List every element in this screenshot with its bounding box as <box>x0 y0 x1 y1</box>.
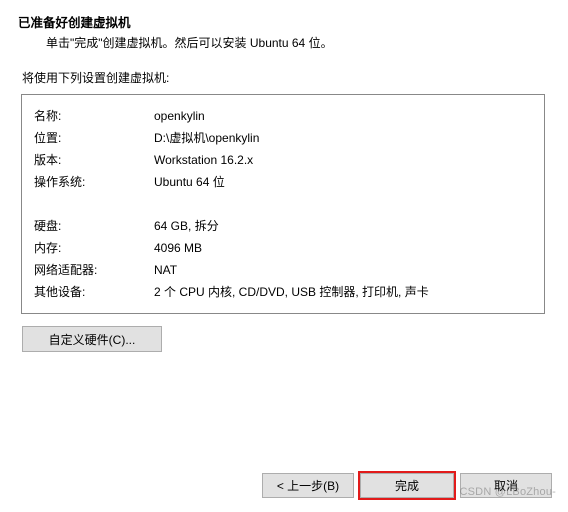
location-label: 位置: <box>34 127 154 149</box>
other-value: 2 个 CPU 内核, CD/DVD, USB 控制器, 打印机, 声卡 <box>154 281 532 303</box>
cancel-button[interactable]: 取消 <box>460 473 552 498</box>
memory-value: 4096 MB <box>154 237 532 259</box>
os-label: 操作系统: <box>34 171 154 193</box>
summary-row-disk: 硬盘: 64 GB, 拆分 <box>34 215 532 237</box>
finish-button[interactable]: 完成 <box>360 473 454 498</box>
summary-row-version: 版本: Workstation 16.2.x <box>34 149 532 171</box>
settings-intro: 将使用下列设置创建虚拟机: <box>20 69 548 86</box>
wizard-header: 已准备好创建虚拟机 单击"完成"创建虚拟机。然后可以安装 Ubuntu 64 位… <box>0 0 568 61</box>
location-value: D:\虚拟机\openkylin <box>154 127 532 149</box>
name-value: openkylin <box>154 105 532 127</box>
other-label: 其他设备: <box>34 281 154 303</box>
page-subtitle: 单击"完成"创建虚拟机。然后可以安装 Ubuntu 64 位。 <box>18 34 550 51</box>
summary-row-location: 位置: D:\虚拟机\openkylin <box>34 127 532 149</box>
wizard-content: 将使用下列设置创建虚拟机: 名称: openkylin 位置: D:\虚拟机\o… <box>0 61 568 352</box>
summary-row-other: 其他设备: 2 个 CPU 内核, CD/DVD, USB 控制器, 打印机, … <box>34 281 532 303</box>
disk-label: 硬盘: <box>34 215 154 237</box>
version-label: 版本: <box>34 149 154 171</box>
version-value: Workstation 16.2.x <box>154 149 532 171</box>
summary-row-network: 网络适配器: NAT <box>34 259 532 281</box>
disk-value: 64 GB, 拆分 <box>154 215 532 237</box>
summary-row-name: 名称: openkylin <box>34 105 532 127</box>
memory-label: 内存: <box>34 237 154 259</box>
name-label: 名称: <box>34 105 154 127</box>
back-button[interactable]: < 上一步(B) <box>262 473 354 498</box>
wizard-footer: < 上一步(B) 完成 取消 <box>262 473 552 498</box>
page-title: 已准备好创建虚拟机 <box>18 12 550 31</box>
network-value: NAT <box>154 259 532 281</box>
summary-row-memory: 内存: 4096 MB <box>34 237 532 259</box>
os-value: Ubuntu 64 位 <box>154 171 532 193</box>
summary-row-os: 操作系统: Ubuntu 64 位 <box>34 171 532 193</box>
customize-hardware-button[interactable]: 自定义硬件(C)... <box>22 326 162 352</box>
network-label: 网络适配器: <box>34 259 154 281</box>
settings-summary-box: 名称: openkylin 位置: D:\虚拟机\openkylin 版本: W… <box>21 94 545 314</box>
